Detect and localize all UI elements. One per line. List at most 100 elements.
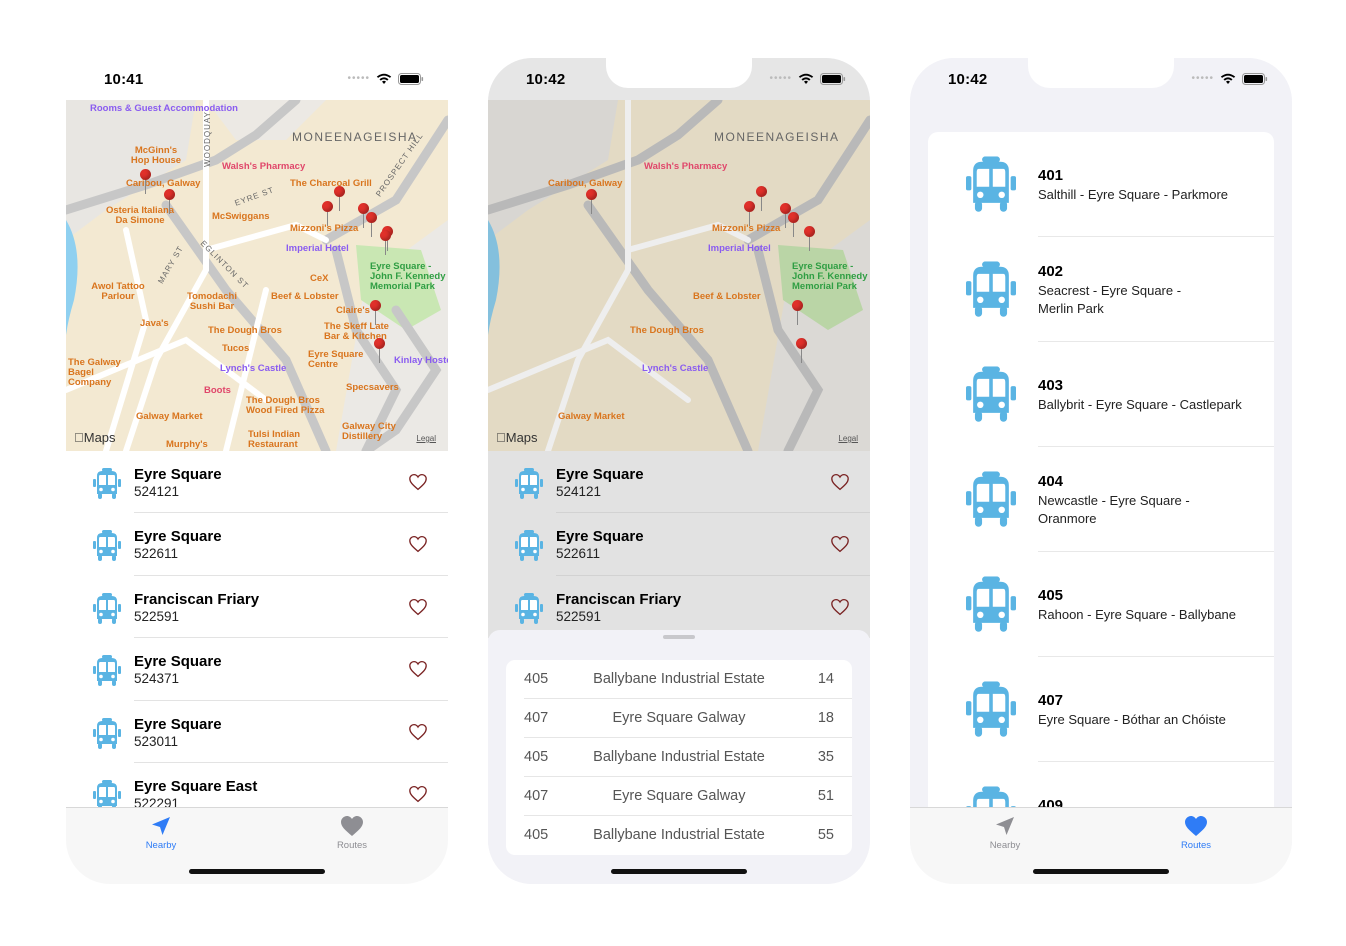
stop-row[interactable]: Eyre Square 522611 xyxy=(66,513,448,576)
favorite-heart-icon[interactable] xyxy=(408,785,428,803)
stop-row[interactable]: Eyre Square 523011 xyxy=(66,701,448,763)
map-pin[interactable] xyxy=(322,201,333,226)
map-pin[interactable] xyxy=(370,300,381,325)
map-poi[interactable]: Eyre Square - John F. Kennedy Memorial P… xyxy=(370,262,448,292)
map-poi[interactable]: Mizzoni's Pizza xyxy=(712,224,780,234)
departure-row[interactable]: 407 Eyre Square Galway 51 xyxy=(506,777,852,816)
map-pin[interactable] xyxy=(788,212,799,237)
favorite-heart-icon[interactable] xyxy=(408,473,428,491)
tab-routes[interactable]: Routes xyxy=(302,814,402,851)
map-poi[interactable]: Boots xyxy=(204,386,231,396)
map-view[interactable]: MONEENAGEISHA Walsh's Pharmacy Caribou, … xyxy=(488,100,870,451)
map-pin[interactable] xyxy=(586,189,597,214)
map-poi[interactable]: Walsh's Pharmacy xyxy=(222,162,305,172)
map-poi[interactable]: Lynch's Castle xyxy=(220,364,286,374)
favorite-heart-icon[interactable] xyxy=(830,598,850,616)
map-poi[interactable]: Claire's xyxy=(336,306,370,316)
map-pin[interactable] xyxy=(334,186,345,211)
route-row[interactable]: 404 Newcastle - Eyre Square - Oranmore xyxy=(928,447,1274,552)
favorite-heart-icon[interactable] xyxy=(408,598,428,616)
stop-row[interactable]: Eyre Square 522611 xyxy=(488,513,870,576)
map-poi[interactable]: CeX xyxy=(310,274,328,284)
map-pin[interactable] xyxy=(380,230,391,255)
map-poi[interactable]: Java's xyxy=(140,319,169,329)
map-poi[interactable]: Specsavers xyxy=(346,383,399,393)
map-poi[interactable]: Caribou, Galway xyxy=(548,179,622,189)
map-poi[interactable]: Eyre Square - John F. Kennedy Memorial P… xyxy=(792,262,870,292)
map-poi[interactable]: Awol Tattoo Parlour xyxy=(88,282,148,302)
map-pin[interactable] xyxy=(374,338,385,363)
departures-sheet[interactable]: 405 Ballybane Industrial Estate 14 407 E… xyxy=(488,630,870,884)
map-poi[interactable]: Murphy's xyxy=(166,440,208,450)
legal-link[interactable]: Legal xyxy=(416,434,436,443)
map-poi[interactable]: Kinlay Hostel xyxy=(394,356,448,366)
map-poi[interactable]: Beef & Lobster xyxy=(271,292,339,302)
tab-nearby[interactable]: Nearby xyxy=(955,814,1055,851)
map-poi[interactable]: Caribou, Galway xyxy=(126,179,200,189)
map-poi[interactable]: Galway Market xyxy=(558,412,625,422)
route-row[interactable]: 401 Salthill - Eyre Square - Parkmore xyxy=(928,132,1274,237)
departure-row[interactable]: 405 Ballybane Industrial Estate 35 xyxy=(506,738,852,777)
map-pin[interactable] xyxy=(756,186,767,211)
map-poi[interactable]: Eyre Square Centre xyxy=(308,350,368,370)
map-poi[interactable]: Walsh's Pharmacy xyxy=(644,162,727,172)
map-poi[interactable]: McGinn's Hop House xyxy=(126,146,186,166)
route-description: Rahoon - Eyre Square - Ballybane xyxy=(1038,607,1237,622)
map-pin[interactable] xyxy=(792,300,803,325)
favorite-heart-icon[interactable] xyxy=(830,473,850,491)
map-pin[interactable] xyxy=(366,212,377,237)
tab-nearby[interactable]: Nearby xyxy=(111,814,211,851)
map-poi[interactable]: Imperial Hotel xyxy=(286,244,349,254)
favorite-heart-icon[interactable] xyxy=(408,723,428,741)
favorite-heart-icon[interactable] xyxy=(830,535,850,553)
map-poi[interactable]: The Dough Bros xyxy=(208,326,282,336)
map-poi[interactable]: The Galway Bagel Company xyxy=(68,358,132,388)
favorite-heart-icon[interactable] xyxy=(408,660,428,678)
departure-row[interactable]: 405 Ballybane Industrial Estate 55 xyxy=(506,816,852,855)
departure-route: 407 xyxy=(524,788,549,804)
map-poi[interactable]: The Dough Bros xyxy=(630,326,704,336)
map-pin[interactable] xyxy=(164,189,175,214)
map-view[interactable]: MONEENAGEISHA Rooms & Guest Accommodatio… xyxy=(66,100,448,451)
route-description: Seacrest - Eyre Square - Merlin Park xyxy=(1038,283,1182,316)
status-bar: 10:42 ••••• xyxy=(488,58,870,100)
map-poi[interactable]: Mizzoni's Pizza xyxy=(290,224,358,234)
map-poi[interactable]: Tucos xyxy=(222,344,249,354)
map-poi[interactable]: Imperial Hotel xyxy=(708,244,771,254)
map-poi[interactable]: The Dough Bros Wood Fired Pizza xyxy=(246,396,336,416)
map-poi[interactable]: McSwiggans xyxy=(212,212,270,222)
map-poi[interactable]: Beef & Lobster xyxy=(693,292,761,302)
map-poi[interactable]: Tomodachi Sushi Bar xyxy=(182,292,242,312)
departure-minutes: 51 xyxy=(817,788,834,804)
favorite-heart-icon[interactable] xyxy=(408,535,428,553)
map-poi[interactable]: Lynch's Castle xyxy=(642,364,708,374)
stop-row[interactable]: Franciscan Friary 522591 xyxy=(488,576,870,638)
sheet-grabber[interactable] xyxy=(663,635,695,639)
map-pin[interactable] xyxy=(804,226,815,251)
map-district-label: MONEENAGEISHA xyxy=(292,130,418,144)
map-pin[interactable] xyxy=(796,338,807,363)
route-row[interactable]: 403 Ballybrit - Eyre Square - Castlepark xyxy=(928,342,1274,447)
stop-row[interactable]: Franciscan Friary 522591 xyxy=(66,576,448,639)
map-poi[interactable]: Galway City Distillery xyxy=(342,422,402,442)
map-poi[interactable]: Tulsi Indian Restaurant xyxy=(248,430,312,450)
tab-routes[interactable]: Routes xyxy=(1146,814,1246,851)
map-pin[interactable] xyxy=(140,169,151,194)
stop-row[interactable]: Eyre Square 524371 xyxy=(66,638,448,701)
departure-row[interactable]: 405 Ballybane Industrial Estate 14 xyxy=(506,660,852,699)
route-row[interactable]: 405 Rahoon - Eyre Square - Ballybane xyxy=(928,552,1274,657)
map-poi[interactable]: Galway Market xyxy=(136,412,203,422)
departure-row[interactable]: 407 Eyre Square Galway 18 xyxy=(506,699,852,738)
stop-name: Eyre Square xyxy=(134,653,222,671)
map-pin[interactable] xyxy=(744,201,755,226)
stop-row[interactable]: Eyre Square 524121 xyxy=(66,451,448,514)
route-row[interactable]: 407 Eyre Square - Bóthar an Chóiste xyxy=(928,657,1274,762)
stop-row[interactable]: Eyre Square 524121 xyxy=(488,451,870,514)
route-row[interactable]: 402 Seacrest - Eyre Square - Merlin Park xyxy=(928,237,1274,342)
map-poi[interactable]: Osteria Italiana Da Simone xyxy=(100,206,180,226)
bus-icon xyxy=(93,468,121,500)
legal-link[interactable]: Legal xyxy=(838,434,858,443)
map-poi[interactable]: Rooms & Guest Accommodation xyxy=(90,104,238,114)
map-poi[interactable]: The Charcoal Grill xyxy=(290,179,372,189)
route-number: 405 xyxy=(1038,587,1064,604)
